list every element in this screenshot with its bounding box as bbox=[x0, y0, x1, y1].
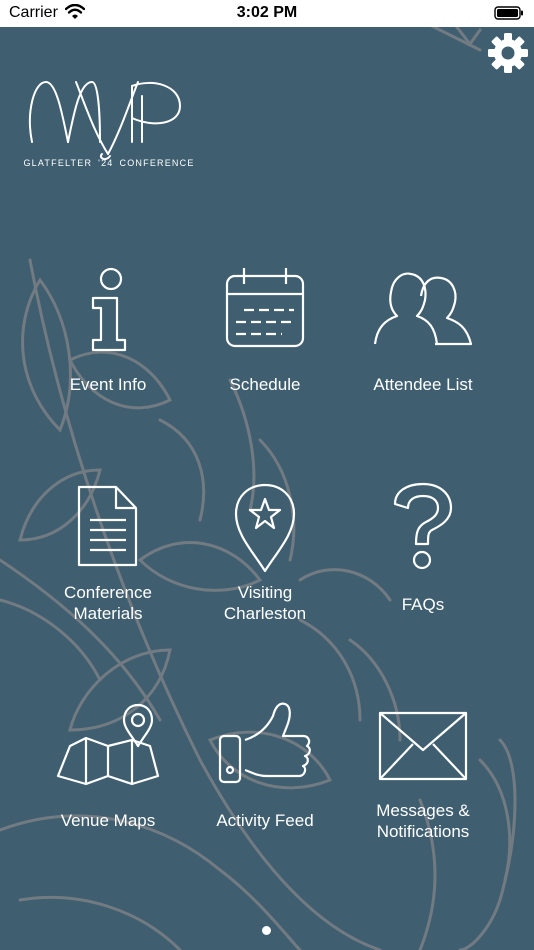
tile-venue-maps[interactable]: Venue Maps bbox=[23, 700, 193, 870]
page-indicator-dot bbox=[262, 926, 271, 935]
tile-activity-feed[interactable]: Activity Feed bbox=[180, 700, 350, 870]
question-icon bbox=[393, 482, 453, 570]
status-bar: Carrier 3:02 PM bbox=[0, 0, 534, 27]
tile-label: Visiting Charleston bbox=[180, 582, 350, 624]
info-icon bbox=[91, 267, 127, 352]
calendar-icon bbox=[225, 268, 305, 348]
tile-conference-materials[interactable]: Conference Materials bbox=[23, 480, 193, 650]
tile-label: Schedule bbox=[229, 375, 301, 394]
document-icon bbox=[77, 485, 138, 567]
tile-event-info[interactable]: Event Info bbox=[23, 258, 193, 428]
tile-faqs[interactable]: FAQs bbox=[338, 480, 508, 650]
tile-label: Conference Materials bbox=[23, 582, 193, 624]
tile-label: Event Info bbox=[69, 375, 147, 394]
people-icon bbox=[373, 272, 473, 346]
conference-logo: GLATFELTER '24 CONFERENCE bbox=[23, 72, 194, 182]
tile-label: Activity Feed bbox=[216, 811, 314, 830]
tile-label: Attendee List bbox=[373, 375, 473, 394]
tile-label-line1: Messages & bbox=[376, 801, 470, 820]
tile-label-line2: Materials bbox=[73, 604, 143, 623]
tile-label: Venue Maps bbox=[60, 811, 156, 830]
clock: 3:02 PM bbox=[236, 4, 298, 21]
tile-visiting-charleston[interactable]: Visiting Charleston bbox=[180, 480, 350, 650]
tile-schedule[interactable]: Schedule bbox=[180, 258, 350, 428]
tile-label-line1: Visiting bbox=[237, 583, 293, 602]
settings-gear-icon[interactable] bbox=[486, 31, 530, 75]
thumbs-up-icon bbox=[218, 702, 311, 784]
tile-label-line2: Charleston bbox=[223, 604, 307, 623]
logo-company: GLATFELTER bbox=[23, 158, 93, 168]
tile-label: Messages & Notifications bbox=[338, 800, 508, 842]
home-screen: Carrier 3:02 PM GLATFELTER '24 CONFERENC… bbox=[0, 0, 534, 950]
folded-map-icon bbox=[56, 703, 160, 786]
tile-attendee-list[interactable]: Attendee List bbox=[338, 258, 508, 428]
logo-caption: GLATFELTER '24 CONFERENCE bbox=[23, 158, 194, 168]
battery-icon bbox=[494, 6, 523, 20]
tile-label: FAQs bbox=[401, 595, 445, 614]
envelope-icon bbox=[378, 711, 468, 781]
tile-label-line1: Conference bbox=[64, 583, 152, 602]
logo-year: '24 bbox=[98, 158, 114, 168]
tile-messages-notifications[interactable]: Messages & Notifications bbox=[338, 700, 508, 870]
tile-label-line2: Notifications bbox=[376, 822, 470, 841]
logo-event: CONFERENCE bbox=[119, 158, 195, 168]
map-pin-star-icon bbox=[234, 483, 296, 573]
mvp-monogram bbox=[28, 80, 182, 161]
